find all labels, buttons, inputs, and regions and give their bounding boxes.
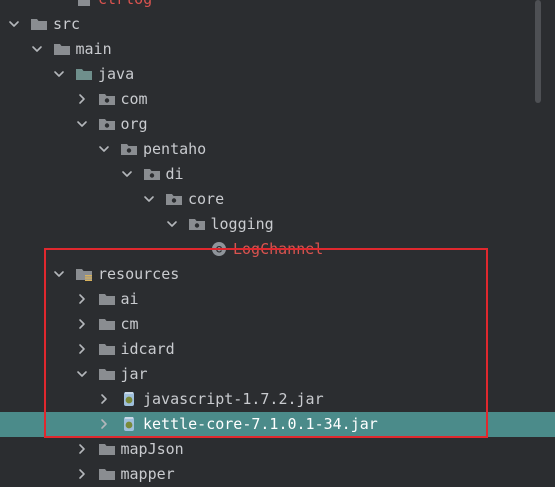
tree-item-label: LogChannel — [233, 240, 324, 258]
tree-row-logchannel[interactable]: C LogChannel — [0, 237, 555, 262]
tree-item-label: java — [98, 65, 135, 83]
chevron-down-icon[interactable] — [98, 143, 110, 155]
tree-row-java[interactable]: java — [0, 62, 555, 87]
resources-folder-icon — [75, 266, 93, 282]
tree-item-label: org — [120, 115, 148, 133]
folder-icon — [98, 341, 116, 357]
tree-item-label: jar — [120, 365, 148, 383]
chevron-right-icon[interactable] — [98, 393, 110, 405]
tree-row-resources[interactable]: resources — [0, 262, 555, 287]
tree-item-label: core — [188, 190, 225, 208]
tree-row-mapjson[interactable]: mapJson — [0, 437, 555, 462]
class-icon: C — [210, 241, 228, 257]
chevron-right-icon[interactable] — [76, 343, 88, 355]
tree-row-jar[interactable]: jar — [0, 362, 555, 387]
chevron-down-icon[interactable] — [31, 43, 43, 55]
tree-item-label: resources — [98, 265, 180, 283]
folder-icon — [98, 466, 116, 482]
package-icon — [143, 166, 161, 182]
chevron-down-icon[interactable] — [76, 368, 88, 380]
tree-row-ctrlog[interactable]: ctrlog — [0, 0, 555, 12]
tree-item-label: di — [165, 165, 184, 183]
chevron-down-icon[interactable] — [166, 218, 178, 230]
chevron-right-icon[interactable] — [98, 418, 110, 430]
chevron-down-icon[interactable] — [76, 118, 88, 130]
svg-text:C: C — [216, 245, 223, 255]
tree-row-javascript-1-7-2-jar[interactable]: javascript-1.7.2.jar — [0, 387, 555, 412]
jar-icon — [120, 416, 138, 432]
tree-item-label: javascript-1.7.2.jar — [143, 390, 324, 408]
tree-item-label: mapper — [120, 465, 175, 483]
chevron-down-icon[interactable] — [53, 68, 65, 80]
package-icon — [98, 116, 116, 132]
tree-item-label: src — [53, 15, 81, 33]
tree-row-di[interactable]: di — [0, 162, 555, 187]
jar-icon — [120, 391, 138, 407]
chevron-right-icon[interactable] — [76, 443, 88, 455]
folder-icon — [30, 16, 48, 32]
tree-row-com[interactable]: com — [0, 87, 555, 112]
chevron-down-icon[interactable] — [121, 168, 133, 180]
tree-row-main[interactable]: main — [0, 37, 555, 62]
package-icon — [98, 91, 116, 107]
chevron-down-icon[interactable] — [143, 193, 155, 205]
tree-item-label: main — [75, 40, 112, 58]
chevron-right-icon[interactable] — [76, 293, 88, 305]
file-icon — [75, 0, 93, 7]
tree-row-idcard[interactable]: idcard — [0, 337, 555, 362]
package-icon — [120, 141, 138, 157]
tree-item-label: mapJson — [120, 440, 184, 458]
chevron-right-icon[interactable] — [76, 318, 88, 330]
tree-row-kettle-core-7-1-0-1-34-jar[interactable]: kettle-core-7.1.0.1-34.jar — [0, 412, 555, 437]
tree-row-src[interactable]: src — [0, 12, 555, 37]
tree-item-label: idcard — [120, 340, 175, 358]
tree-item-label: logging — [210, 215, 274, 233]
folder-icon — [98, 366, 116, 382]
tree-row-org[interactable]: org — [0, 112, 555, 137]
tree-row-pentaho[interactable]: pentaho — [0, 137, 555, 162]
package-icon — [165, 191, 183, 207]
tree-item-label: pentaho — [143, 140, 207, 158]
tree-item-label: com — [120, 90, 148, 108]
tree-item-label: cm — [120, 315, 139, 333]
tree-row-core[interactable]: core — [0, 187, 555, 212]
tree-item-label: ctrlog — [98, 0, 152, 12]
tree-row-logging[interactable]: logging — [0, 212, 555, 237]
folder-icon — [98, 291, 116, 307]
vertical-scrollbar[interactable] — [535, 0, 541, 103]
tree-item-label: ai — [120, 290, 139, 308]
tree-row-ai[interactable]: ai — [0, 287, 555, 312]
package-icon — [188, 216, 206, 232]
chevron-right-icon[interactable] — [76, 468, 88, 480]
chevron-down-icon[interactable] — [8, 18, 20, 30]
folder-icon — [98, 316, 116, 332]
tree-row-mapper[interactable]: mapper — [0, 462, 555, 487]
tree-row-cm[interactable]: cm — [0, 312, 555, 337]
source-folder-icon — [75, 66, 93, 82]
folder-icon — [53, 41, 71, 57]
project-tree: ctrlog src main java com org pentaho dicore logg… — [0, 0, 555, 483]
tree-item-label: kettle-core-7.1.0.1-34.jar — [143, 415, 378, 433]
folder-icon — [98, 441, 116, 457]
chevron-right-icon[interactable] — [76, 93, 88, 105]
chevron-down-icon[interactable] — [53, 268, 65, 280]
